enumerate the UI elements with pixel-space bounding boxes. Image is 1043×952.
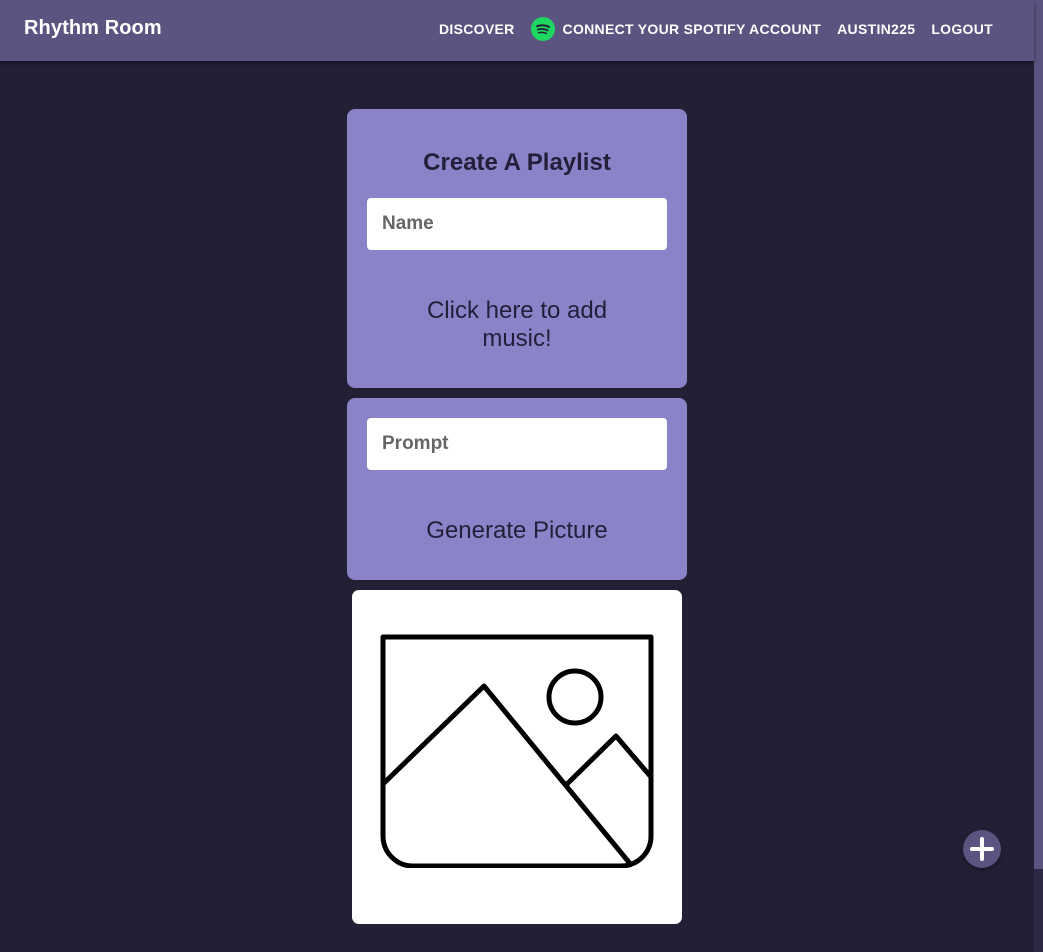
app-bar: Rhythm Room DISCOVER CONNECT YOUR SPOTIF… bbox=[0, 0, 1034, 61]
plus-icon bbox=[970, 837, 994, 861]
add-fab-button[interactable] bbox=[963, 830, 1001, 868]
create-playlist-title: Create A Playlist bbox=[423, 149, 611, 176]
spotify-icon bbox=[530, 17, 555, 41]
create-playlist-card: Create A Playlist Click here to add musi… bbox=[347, 109, 687, 388]
generate-picture-button[interactable]: Generate Picture bbox=[347, 517, 687, 545]
nav-connect-spotify[interactable]: CONNECT YOUR SPOTIFY ACCOUNT bbox=[523, 17, 830, 41]
scrollbar-thumb[interactable] bbox=[1034, 0, 1043, 869]
page-scrollbar[interactable] bbox=[1034, 0, 1043, 952]
nav-username[interactable]: AUSTIN225 bbox=[829, 21, 923, 37]
add-music-button[interactable]: Click here to add music! bbox=[347, 297, 687, 353]
nav-logout[interactable]: LOGOUT bbox=[923, 21, 1001, 37]
image-preview bbox=[352, 590, 682, 924]
prompt-input[interactable] bbox=[367, 418, 667, 470]
nav-connect-spotify-label: CONNECT YOUR SPOTIFY ACCOUNT bbox=[562, 21, 822, 37]
top-nav: DISCOVER CONNECT YOUR SPOTIFY ACCOUNT AU… bbox=[431, 0, 1001, 58]
playlist-name-input[interactable] bbox=[367, 198, 667, 250]
image-placeholder-icon bbox=[380, 634, 654, 868]
generate-picture-card: Generate Picture bbox=[347, 398, 687, 580]
brand-title[interactable]: Rhythm Room bbox=[24, 17, 162, 40]
nav-discover[interactable]: DISCOVER bbox=[431, 21, 523, 37]
